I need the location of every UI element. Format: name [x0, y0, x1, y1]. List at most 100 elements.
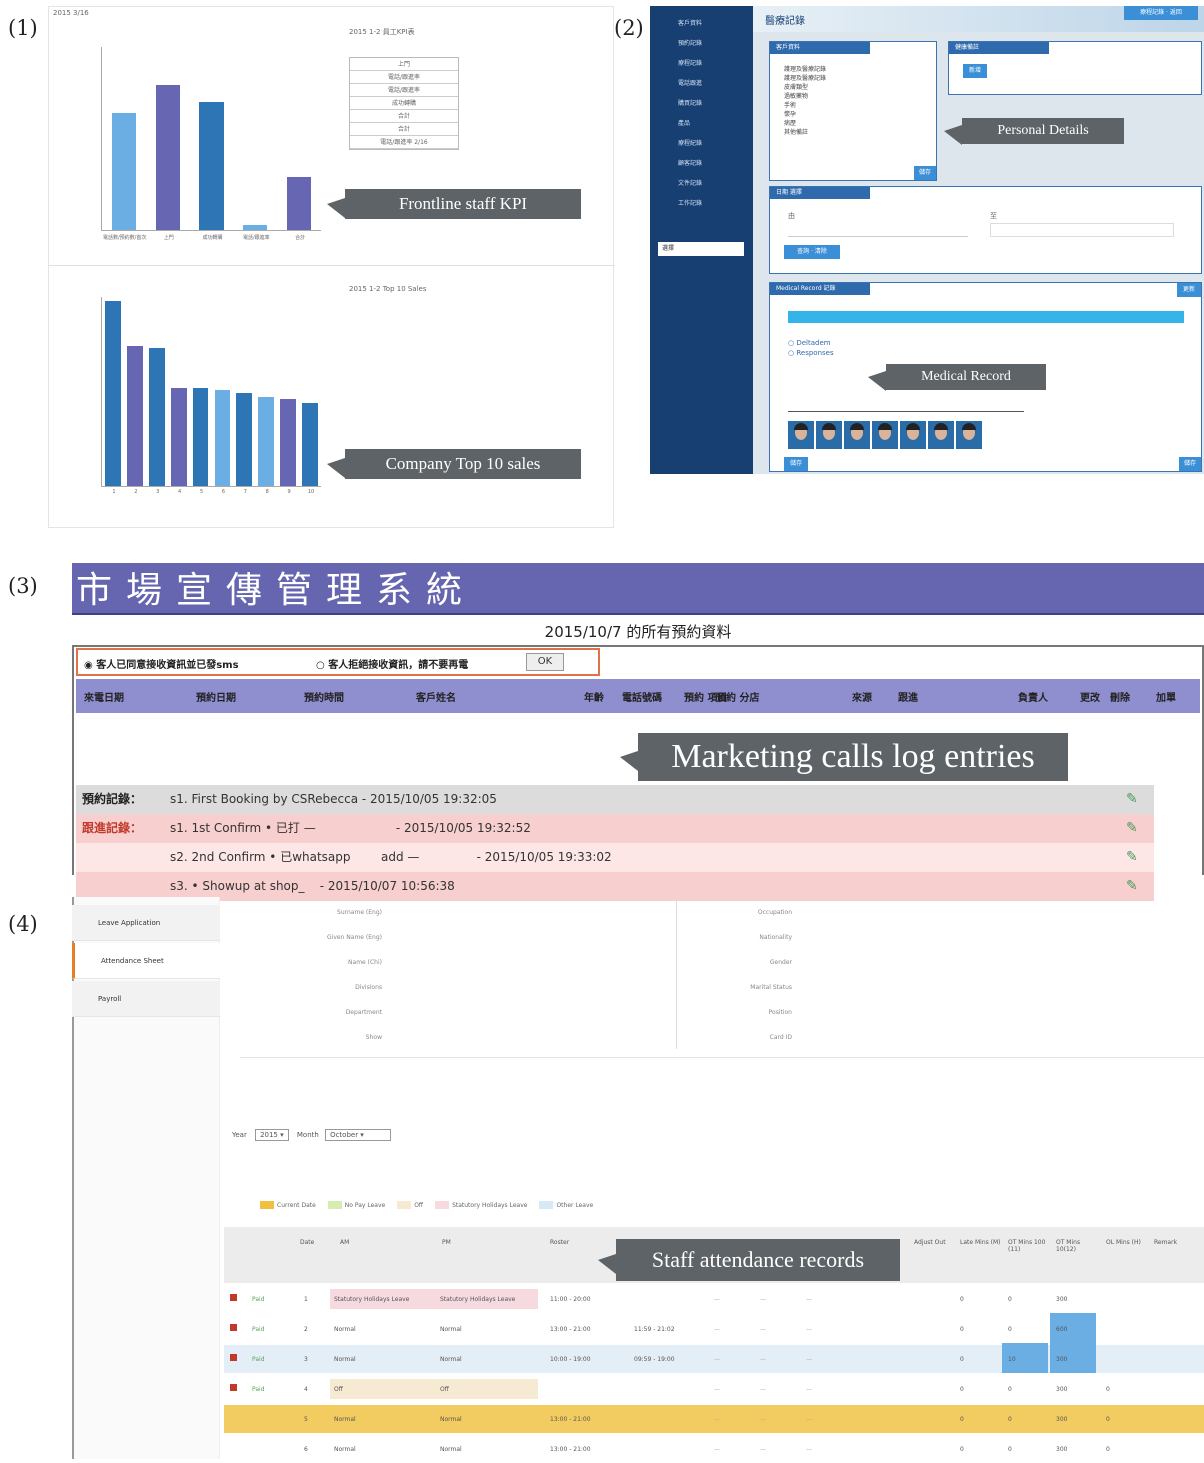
personal-save-button[interactable]: 儲存 [914, 166, 936, 180]
personal-detail-line: 手術 [784, 102, 797, 109]
call-log-text: s1. 1st Confirm • 已打 — - 2015/10/05 19:3… [170, 821, 531, 835]
kpi-table-row: 合計 [350, 110, 458, 123]
attendance-date: 3 [304, 1356, 308, 1363]
add-button[interactable]: 新增 [963, 64, 987, 78]
attendance-pm: Normal [440, 1356, 462, 1363]
edit-entry-icon[interactable]: ✎ [1126, 791, 1144, 807]
radio-a-label: 客人已同意接收資訊並已發sms [96, 660, 239, 671]
form-label: Show [365, 1034, 382, 1041]
empty-cell: — [760, 1446, 766, 1453]
sidebar: 客戶資料 預約記錄 療程記錄 電話跟進 購買記錄 產品 療程紀錄 顧客記錄 文件記錄 工作記錄 選… [650, 6, 753, 474]
ot-mins-100: 0 [1008, 1296, 1012, 1303]
attendance-date: 6 [304, 1446, 308, 1453]
sidebar-item[interactable]: 工作記錄 [650, 194, 753, 214]
ol-mins: 0 [1106, 1386, 1110, 1393]
kpi-table-row: 電話/跟進率 [350, 71, 458, 84]
radio-deltadem[interactable]: ○ Deltadem [788, 339, 831, 347]
attendance-am: Normal [334, 1416, 356, 1423]
hr-nav-item[interactable]: Leave Application [72, 905, 220, 941]
edit-entry-icon[interactable]: ✎ [1126, 820, 1144, 836]
delete-row-icon[interactable] [230, 1324, 237, 1331]
ok-button[interactable]: OK [526, 653, 564, 671]
form-label: Nationality [759, 934, 792, 941]
medical-save-button-right[interactable]: 儲存 [1179, 457, 1201, 471]
sidebar-item[interactable]: 產品 [650, 114, 753, 134]
booking-column-header: 預約日期 [196, 693, 236, 704]
attendance-date: 5 [304, 1416, 308, 1423]
query-button[interactable]: 查詢 · 清除 [784, 245, 840, 259]
empty-cell: — [760, 1356, 766, 1363]
top-button[interactable]: 療程記錄 · 返回 [1124, 6, 1198, 20]
legend-label: Statutory Holidays Leave [452, 1201, 528, 1209]
face-photo [816, 421, 842, 449]
legend-item: Off [397, 1201, 423, 1209]
sales-bar [170, 387, 187, 486]
sidebar-item[interactable]: 購買記錄 [650, 94, 753, 114]
medical-save-button-left[interactable]: 儲存 [784, 457, 808, 471]
legend-swatch [435, 1201, 450, 1209]
month-value: October [330, 1131, 359, 1139]
attendance-legend: Current Date No Pay Leave Off Statutory Hol… [260, 1201, 605, 1209]
edit-entry-icon[interactable]: ✎ [1126, 849, 1144, 865]
attendance-date: 2 [304, 1326, 308, 1333]
sidebar-item[interactable]: 預約記錄 [650, 34, 753, 54]
delete-row-icon[interactable] [230, 1384, 237, 1391]
form-label: Given Name (Eng) [327, 934, 382, 941]
booking-column-header: 來電日期 [84, 693, 124, 704]
date-from-input[interactable] [788, 223, 968, 237]
kpi-table-row: 上門 [350, 58, 458, 71]
radio-consent-no[interactable]: ○ 客人拒絕接收資訊，請不要再電 [316, 656, 468, 671]
attendance-column-header: Adjust Out [914, 1239, 946, 1246]
form-label: Department [345, 1009, 382, 1016]
sidebar-item[interactable]: 文件記錄 [650, 174, 753, 194]
attendance-pm: Normal [440, 1326, 462, 1333]
hair-icon [906, 423, 920, 430]
month-select[interactable]: October ▾ [325, 1129, 392, 1141]
consent-options: ◉ 客人已同意接收資訊並已發sms ○ 客人拒絕接收資訊，請不要再電 OK [76, 648, 600, 676]
paid-status: Paid [252, 1386, 265, 1393]
empty-cell: — [714, 1356, 720, 1363]
hr-nav-item[interactable]: Attendance Sheet [72, 943, 220, 979]
sales-bar [236, 393, 253, 486]
attendance-pm: Normal [440, 1416, 462, 1423]
ol-mins: 0 [1106, 1446, 1110, 1453]
sidebar-item[interactable]: 療程記錄 [650, 54, 753, 74]
empty-cell: — [714, 1386, 720, 1393]
sidebar-item[interactable]: 顧客記錄 [650, 154, 753, 174]
date-box-title: 日期 選擇 [770, 187, 870, 199]
booking-column-header: 跟進 [898, 693, 918, 704]
form-label: Name (Chi) [348, 959, 382, 966]
sales-xlabel: 5 [199, 489, 204, 495]
edit-entry-icon[interactable]: ✎ [1126, 878, 1144, 894]
sidebar-item[interactable]: 客戶資料 [650, 14, 753, 34]
sidebar-select[interactable]: 選擇 [658, 242, 744, 256]
year-select[interactable]: 2015 ▾ [255, 1129, 289, 1141]
panel1-corner-text: 2015 3/16 [53, 9, 89, 17]
ot-mins-10: 300 [1056, 1296, 1068, 1303]
sales-xlabel: 8 [265, 489, 269, 495]
sidebar-item[interactable]: 療程紀錄 [650, 134, 753, 154]
form-label: Occupation [757, 909, 792, 916]
kpi-bar [199, 101, 224, 230]
medical-update-button[interactable]: 更新 [1177, 283, 1201, 297]
kpi-xlabel: 成功轉購 [202, 235, 223, 241]
sidebar-item[interactable]: 電話跟進 [650, 74, 753, 94]
date-to-input[interactable] [990, 223, 1174, 237]
sales-bar [192, 387, 209, 486]
ot-mins-10: 300 [1056, 1356, 1068, 1363]
sales-chart [101, 297, 321, 487]
attendance-row: Paid 3 Normal Normal 10:00 - 19:00 09:59 - 19… [224, 1343, 1204, 1373]
delete-row-icon[interactable] [230, 1294, 237, 1301]
kpi-table-row: 電話/跟進率 2/16 [350, 136, 458, 149]
attendance-pm: Off [440, 1386, 449, 1393]
radio-consent-yes[interactable]: ◉ 客人已同意接收資訊並已發sms [84, 656, 239, 671]
radio-responses[interactable]: ○ Responses [788, 349, 834, 357]
panel-label-2: (2) [614, 16, 644, 40]
hr-nav-item[interactable]: Payroll [72, 981, 220, 1017]
delete-row-icon[interactable] [230, 1354, 237, 1361]
face-photo [788, 421, 814, 449]
callout-staff-attendance: Staff attendance records [598, 1239, 900, 1281]
attendance-date: 1 [304, 1296, 308, 1303]
paid-status: Paid [252, 1296, 265, 1303]
booking-column-header: 來源 [852, 693, 872, 704]
